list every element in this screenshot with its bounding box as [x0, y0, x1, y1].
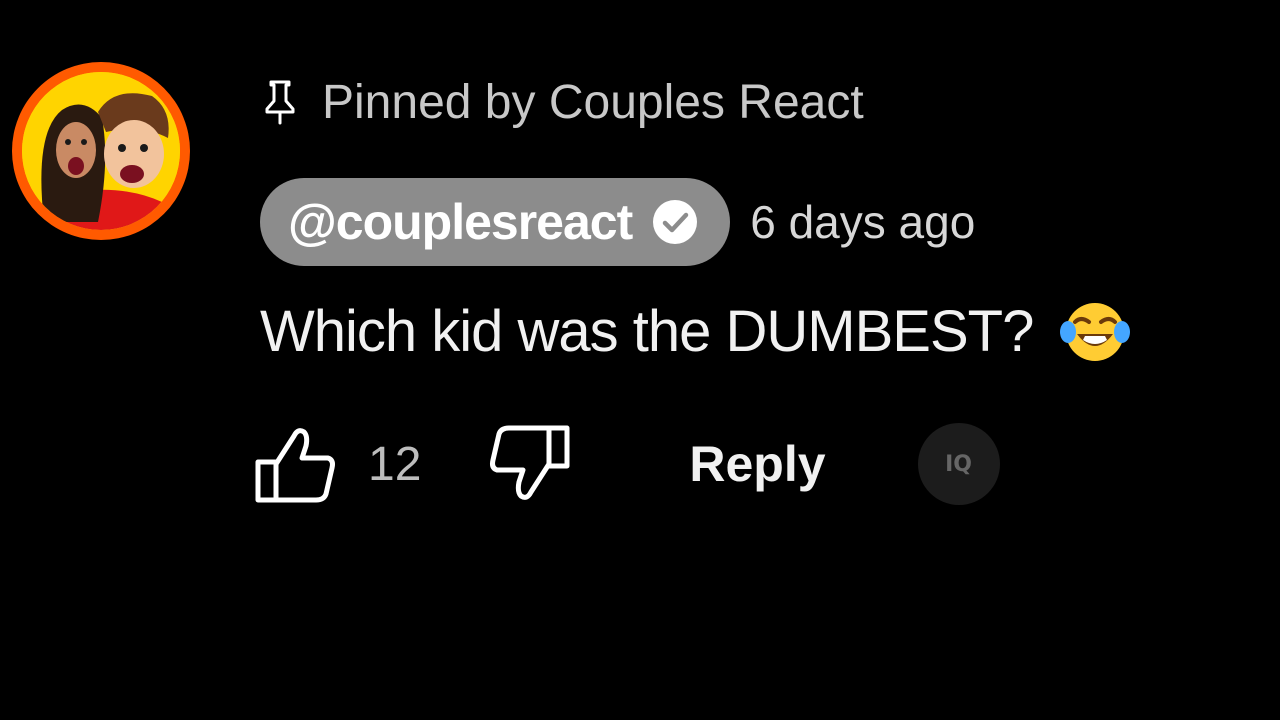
pinned-indicator: Pinned by Couples React: [262, 72, 864, 132]
extra-action-label: IQ: [945, 451, 972, 477]
thumbs-down-icon: [490, 425, 570, 500]
pinned-label: Pinned by Couples React: [322, 75, 864, 129]
author-chip[interactable]: @couplesreact: [260, 178, 731, 266]
avatar-image: [22, 72, 180, 230]
pinned-comment: Pinned by Couples React @couplesreact 6 …: [0, 0, 1280, 720]
comment-header: @couplesreact 6 days ago: [260, 176, 975, 268]
thumbs-up-icon: [255, 428, 335, 503]
comment-actions: 12 Reply IQ: [254, 420, 1000, 508]
avatar[interactable]: [12, 62, 190, 240]
face-with-tears-of-joy-icon: [1059, 298, 1131, 364]
reply-button[interactable]: Reply: [689, 435, 825, 493]
extra-action-button[interactable]: IQ: [917, 423, 1000, 505]
verified-checkmark-icon: [652, 199, 698, 245]
comment-timestamp[interactable]: 6 days ago: [750, 195, 975, 249]
avatar-couple-photo: [22, 72, 180, 230]
like-count: 12: [368, 437, 422, 491]
pin-icon: [262, 79, 298, 125]
comment-body: Which kid was the DUMBEST?: [260, 296, 1131, 366]
like-button[interactable]: [254, 422, 338, 506]
dislike-button[interactable]: [487, 422, 571, 506]
author-handle: @couplesreact: [288, 194, 633, 250]
comment-text: Which kid was the DUMBEST?: [260, 298, 1034, 364]
